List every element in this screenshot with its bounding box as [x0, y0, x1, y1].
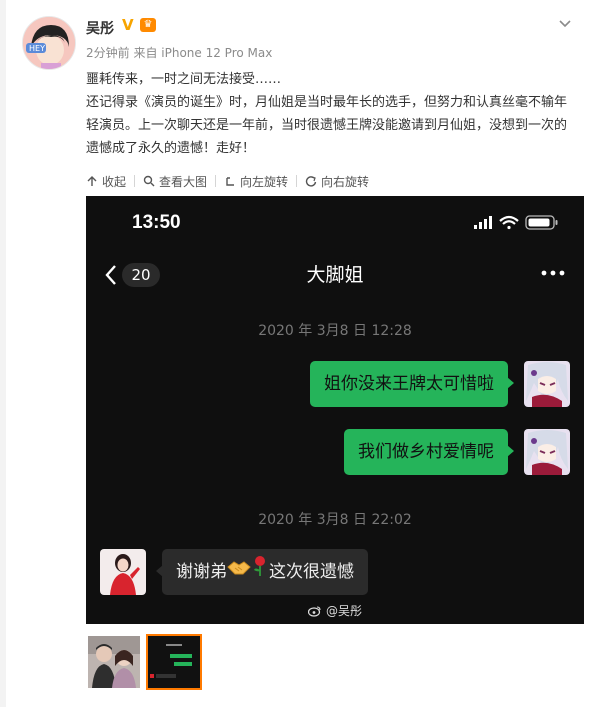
- chat-timestamp: 2020 年 3月8 日 12:28: [258, 323, 412, 339]
- image-toolbar: 收起 查看大图 向左旋转 向右旋转: [86, 170, 377, 192]
- chat-title: 大脚姐: [306, 264, 364, 286]
- post-header: HEY 吴彤 V ♛ 2分钟前 来自 iPhone 12 Pro Max: [22, 14, 579, 74]
- sender-avatar[interactable]: [524, 361, 570, 407]
- received-message-suffix: 这次很遗憾: [269, 562, 354, 582]
- svg-text:HEY: HEY: [29, 44, 45, 53]
- contact-avatar[interactable]: [100, 549, 146, 595]
- sent-message[interactable]: 姐你没来王牌太可惜啦: [310, 361, 514, 407]
- verified-icon: V: [122, 16, 134, 34]
- search-icon: [143, 175, 155, 187]
- bubble-tail: [507, 445, 514, 457]
- rotate-left-icon: [226, 177, 235, 186]
- bubble-tail: [156, 565, 163, 577]
- sender-avatar[interactable]: [524, 429, 570, 475]
- author-avatar[interactable]: HEY: [22, 16, 76, 70]
- phone-time: 13:50: [132, 212, 181, 233]
- collapse-label: 收起: [102, 174, 127, 189]
- fan-badge-icon: ♛: [140, 18, 156, 32]
- handshake-icon: [227, 549, 251, 595]
- signal-icon: [474, 216, 492, 229]
- wifi-icon: [499, 215, 519, 230]
- received-message-prefix: 谢谢弟: [176, 562, 227, 582]
- weibo-watermark: @吴彤: [308, 602, 362, 619]
- chat-screenshot-image[interactable]: 13:50 20 大脚姐 2020 年 3月8 日 12:28 姐你没来王牌太可…: [86, 196, 584, 624]
- view-large-button[interactable]: 查看大图: [135, 173, 215, 190]
- sent-message-text: 我们做乡村爱情呢: [358, 442, 494, 462]
- status-icons: [474, 215, 558, 230]
- thumbnail-image-active[interactable]: [146, 634, 202, 690]
- rotate-right-icon: [305, 176, 317, 187]
- post-meta: 2分钟前 来自 iPhone 12 Pro Max: [86, 46, 273, 60]
- rotate-left-button[interactable]: 向左旋转: [216, 173, 296, 190]
- watermark-text: @吴彤: [326, 604, 363, 618]
- author-name[interactable]: 吴彤: [86, 18, 114, 38]
- rose-icon: [251, 549, 269, 595]
- arrow-up-icon: [87, 176, 97, 186]
- chevron-down-icon[interactable]: [557, 16, 573, 32]
- sent-message-text: 姐你没来王牌太可惜啦: [324, 374, 494, 394]
- post-line-1: 噩耗传来，一时之间无法接受……: [86, 72, 282, 87]
- rotate-right-button[interactable]: 向右旋转: [297, 173, 377, 190]
- received-message[interactable]: 谢谢弟 这次很遗憾: [156, 549, 368, 595]
- bubble-tail: [507, 377, 514, 389]
- collapse-button[interactable]: 收起: [86, 173, 134, 190]
- more-icon[interactable]: [540, 266, 566, 280]
- weibo-logo-icon: [308, 605, 321, 617]
- image-thumbnails: [86, 634, 202, 690]
- left-gutter: [0, 0, 6, 707]
- sent-message[interactable]: 我们做乡村爱情呢: [344, 429, 514, 475]
- battery-icon: [525, 215, 558, 230]
- rotate-left-label: 向左旋转: [240, 174, 289, 189]
- view-large-label: 查看大图: [159, 174, 208, 189]
- rotate-right-label: 向右旋转: [321, 174, 370, 189]
- post-text: 噩耗传来，一时之间无法接受…… 还记得录《演员的诞生》时，月仙姐是当时最年长的选…: [86, 68, 576, 160]
- thumbnail-image[interactable]: [86, 634, 142, 690]
- post-line-2: 还记得录《演员的诞生》时，月仙姐是当时最年长的选手，但努力和认真丝毫不输年轻演员…: [86, 95, 568, 156]
- chat-timestamp: 2020 年 3月8 日 22:02: [258, 512, 412, 528]
